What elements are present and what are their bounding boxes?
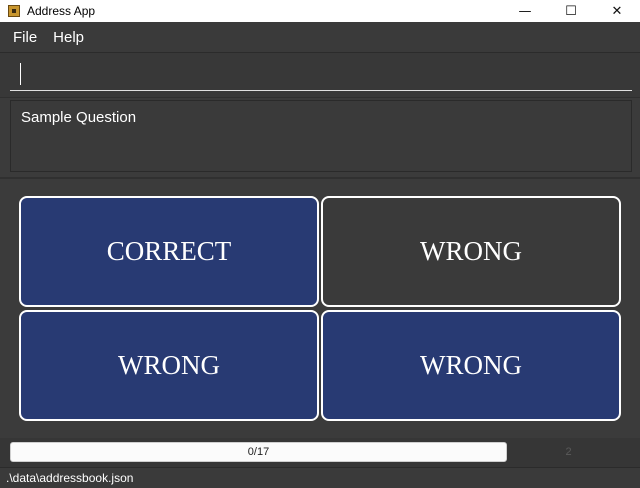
progress-label: 0/17 xyxy=(247,446,270,458)
command-input[interactable] xyxy=(10,61,632,91)
window-title: Address App xyxy=(27,4,96,18)
minimize-button[interactable]: — xyxy=(502,0,548,22)
option-button-1[interactable]: CORRECT xyxy=(19,196,319,307)
text-cursor xyxy=(20,63,21,85)
close-button[interactable]: ✕ xyxy=(594,0,640,22)
option-label: WRONG xyxy=(420,236,522,266)
minimize-icon: — xyxy=(518,3,532,19)
maximize-button[interactable]: ☐ xyxy=(548,0,594,22)
status-file-path: .\data\addressbook.json xyxy=(6,471,134,485)
menu-help[interactable]: Help xyxy=(53,29,84,46)
option-button-3[interactable]: WRONG xyxy=(19,310,319,421)
option-label: CORRECT xyxy=(106,236,232,266)
menu-bar: File Help xyxy=(0,22,640,53)
option-button-2[interactable]: WRONG xyxy=(321,196,621,307)
app-icon xyxy=(8,5,20,17)
option-label: WRONG xyxy=(118,350,220,380)
title-bar: Address App — ☐ ✕ xyxy=(0,0,640,22)
question-text: Sample Question xyxy=(21,109,137,126)
maximize-icon: ☐ xyxy=(565,3,577,19)
section-divider xyxy=(0,177,640,179)
close-icon: ✕ xyxy=(611,3,623,19)
score-label: 2 xyxy=(565,446,572,458)
question-display: Sample Question xyxy=(10,100,632,172)
window-controls: — ☐ ✕ xyxy=(502,0,640,22)
menu-file[interactable]: File xyxy=(13,29,37,46)
progress-area: 0/17 2 xyxy=(0,438,640,467)
progress-bar: 0/17 xyxy=(10,442,507,462)
command-box xyxy=(0,53,640,98)
option-label: WRONG xyxy=(420,350,522,380)
status-bar: .\data\addressbook.json xyxy=(0,467,640,488)
option-button-4[interactable]: WRONG xyxy=(321,310,621,421)
